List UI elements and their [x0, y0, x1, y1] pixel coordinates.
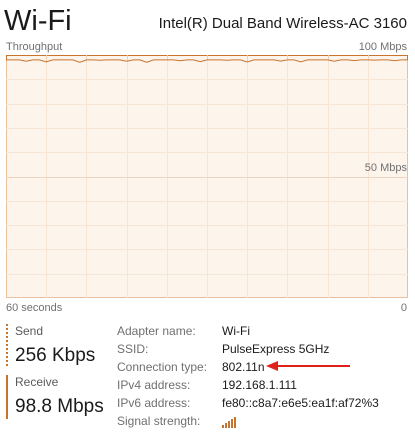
throughput-area: [6, 59, 408, 298]
page-title: Wi-Fi: [4, 5, 72, 37]
x-axis-end-label: 0: [400, 302, 407, 314]
receive-stat: Receive 98.8 Mbps: [6, 375, 104, 419]
detail-key: IPv6 address:: [117, 396, 191, 410]
adapter-name: Intel(R) Dual Band Wireless-AC 3160: [158, 15, 407, 32]
detail-key: Connection type:: [117, 360, 208, 374]
throughput-chart-svg: [6, 55, 408, 298]
signal-strength-icon: [222, 416, 238, 428]
detail-value: PulseExpress 5GHz: [222, 342, 330, 356]
signal-bar: [228, 421, 230, 428]
signal-bar: [222, 425, 224, 428]
signal-bar: [225, 423, 227, 428]
detail-key: SSID:: [117, 342, 149, 356]
send-value: 256 Kbps: [15, 345, 96, 366]
signal-bar: [234, 417, 236, 428]
red-arrow-icon: [266, 361, 350, 371]
detail-key: Signal strength:: [117, 414, 201, 428]
mid-throughput-label: 50 Mbps: [364, 162, 407, 174]
throughput-graph: [6, 55, 408, 298]
detail-value: fe80::c8a7:e6e5:ea1f:af72%3: [222, 396, 379, 410]
detail-value: 192.168.1.111: [222, 378, 297, 392]
detail-key: IPv4 address:: [117, 378, 191, 392]
send-label: Send: [15, 324, 44, 338]
throughput-label: Throughput: [6, 41, 63, 53]
signal-bar: [231, 419, 233, 428]
send-stat: Send 256 Kbps: [6, 324, 95, 366]
detail-key: Adapter name:: [117, 324, 196, 338]
receive-value: 98.8 Mbps: [15, 396, 104, 417]
x-axis-start-label: 60 seconds: [6, 302, 63, 314]
receive-label: Receive: [15, 375, 59, 389]
detail-value: 802.11n: [222, 360, 265, 374]
max-throughput-label: 100 Mbps: [358, 41, 407, 53]
detail-value: Wi-Fi: [222, 324, 250, 338]
